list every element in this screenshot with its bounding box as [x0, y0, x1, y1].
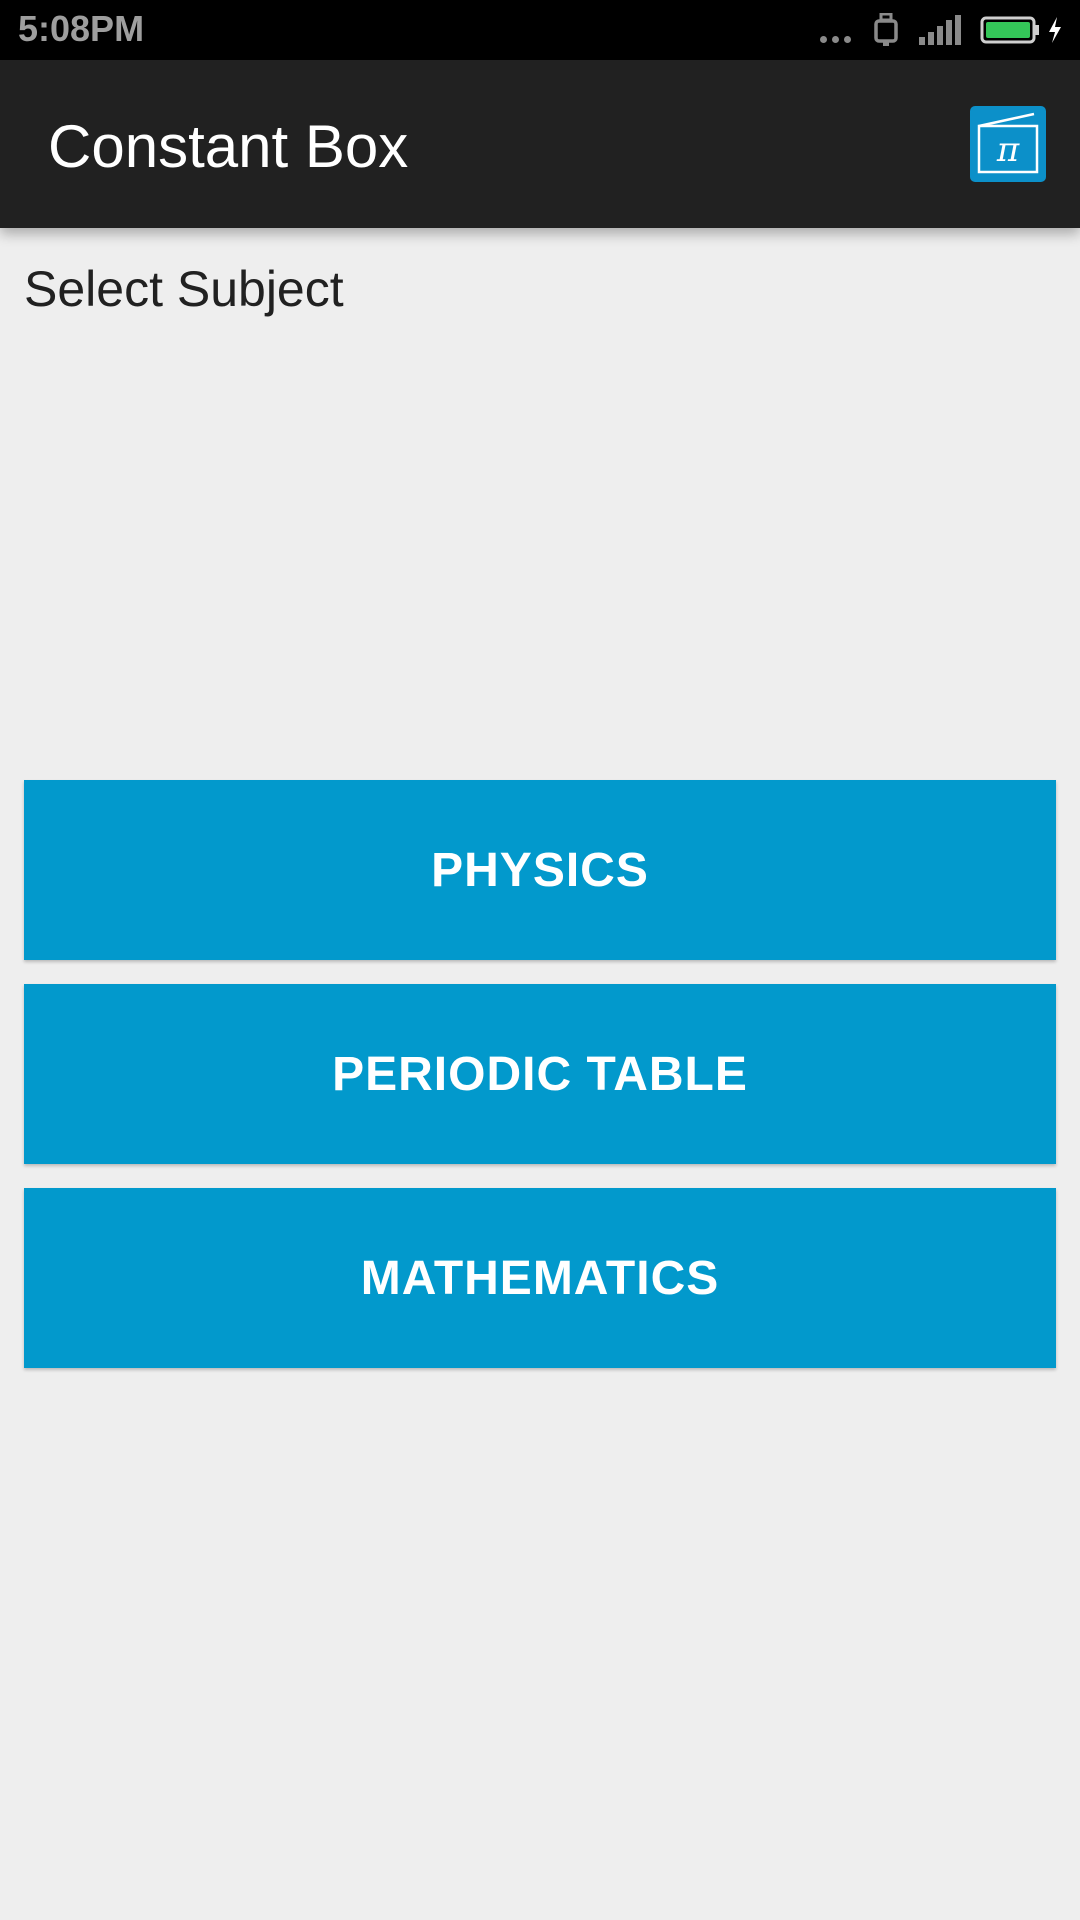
- battery-charging-icon: [980, 16, 1039, 44]
- charge-bolt-icon: [1049, 17, 1061, 43]
- app-bar: Constant Box π: [0, 60, 1080, 228]
- alarm-icon: [874, 13, 898, 46]
- pi-glyph: π: [996, 130, 1020, 170]
- periodic-table-button[interactable]: PERIODIC TABLE: [24, 984, 1056, 1164]
- status-bar: 5:08PM: [0, 0, 1080, 60]
- pi-board-icon[interactable]: π: [970, 106, 1046, 182]
- physics-button[interactable]: PHYSICS: [24, 780, 1056, 960]
- app-title: Constant Box: [48, 113, 409, 180]
- status-icons: [820, 12, 1062, 48]
- signal-icon: [919, 15, 961, 45]
- more-dots-icon: [820, 15, 856, 45]
- mathematics-button[interactable]: MATHEMATICS: [24, 1188, 1056, 1368]
- status-time: 5:08PM: [18, 8, 145, 49]
- select-subject-label: Select Subject: [24, 261, 344, 317]
- screen: 5:08PM Constant Box π Select Subject PHY…: [0, 0, 1080, 1920]
